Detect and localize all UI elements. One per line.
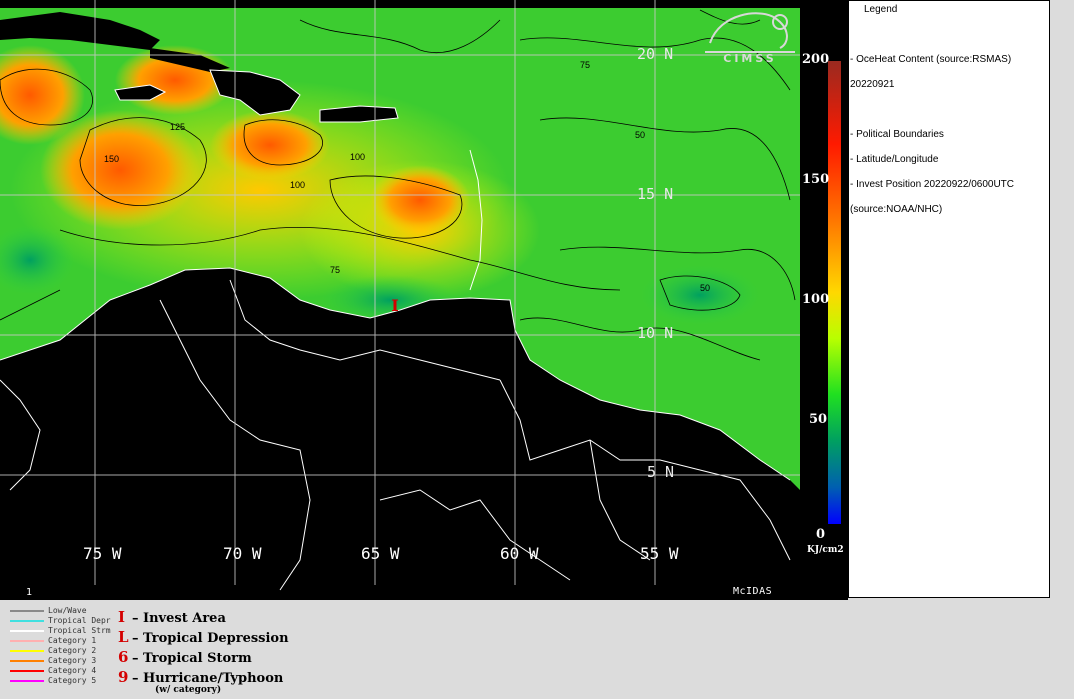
symbol-key-note: (w/ category): [155, 685, 222, 695]
color-scale-bar: [828, 61, 841, 524]
legend-date: 20220921: [850, 79, 895, 90]
track-legend: Low/Wave Tropical Depr Tropical Strm Cat…: [0, 600, 1074, 699]
north-mask: [0, 0, 800, 8]
svg-text:CIMSS: CIMSS: [723, 52, 776, 64]
track-key-tropical-depr: Tropical Depr: [10, 616, 111, 625]
warm-pool-orange-5: [370, 165, 470, 235]
ocean-heat-map: I 150 125 100 75 50 75 50 100 CIMSS 20 N…: [0, 0, 800, 600]
legend-latlon: - Latitude/Longitude: [850, 154, 939, 165]
scale-units: KJ/cm2: [807, 545, 844, 555]
map-graphic: I: [0, 0, 800, 600]
cimss-logo: CIMSS: [700, 8, 800, 64]
contour-label: 125: [170, 122, 186, 132]
symbol-key-invest: I – Invest Area: [118, 608, 226, 626]
legend-product: - OceHeat Content (source:RSMAS): [850, 54, 1012, 65]
contour-label: 75: [330, 265, 341, 275]
hurricane-symbol-icon: 9: [118, 668, 129, 686]
track-key-category-3: Category 3: [10, 656, 96, 665]
lat-label-20n: 20 N: [637, 45, 674, 63]
legend-title: Legend: [864, 4, 898, 15]
lat-label-15n: 15 N: [637, 185, 674, 203]
track-key-category-5: Category 5: [10, 676, 96, 685]
contour-label: 50: [700, 283, 711, 293]
scale-tick-100: 100: [802, 292, 830, 307]
scale-tick-50: 50: [809, 412, 828, 427]
lat-label-5n: 5 N: [647, 463, 675, 481]
track-key-category-1: Category 1: [10, 636, 96, 645]
contour-label: 100: [350, 152, 366, 162]
legend-invest-source: (source:NOAA/NHC): [850, 204, 943, 215]
color-scale: 200 150 100 50 0 KJ/cm2: [800, 0, 848, 600]
mcidas-label: McIDAS: [733, 586, 773, 597]
legend-invest: - Invest Position 20220922/0600UTC: [850, 179, 1014, 190]
warm-pool-orange-3: [210, 110, 330, 180]
lon-label-70w: 70 W: [223, 544, 262, 563]
track-key-low-wave: Low/Wave: [10, 606, 87, 615]
invest-symbol-icon: I: [118, 608, 126, 626]
storm-symbol-icon: 6: [118, 648, 129, 666]
track-key-category-4: Category 4: [10, 666, 96, 675]
legend-panel: Legend - OceHeat Content (source:RSMAS) …: [848, 0, 1050, 598]
frame-number: 1: [26, 587, 33, 598]
contour-label: 150: [104, 154, 120, 164]
lon-label-55w: 55 W: [640, 544, 679, 563]
lon-label-65w: 65 W: [361, 544, 400, 563]
track-key-tropical-strm: Tropical Strm: [10, 626, 111, 635]
contour-label: 50: [635, 130, 646, 140]
contour-label: 100: [290, 180, 306, 190]
depression-symbol-icon: L: [118, 628, 129, 646]
track-key-category-2: Category 2: [10, 646, 96, 655]
symbol-key-depression: L – Tropical Depression: [118, 628, 289, 646]
invest-marker: I: [391, 296, 398, 315]
scale-tick-200: 200: [802, 52, 830, 67]
lon-label-60w: 60 W: [500, 544, 539, 563]
symbol-key-storm: 6– Tropical Storm: [118, 648, 252, 666]
contour-label: 75: [580, 60, 591, 70]
scale-tick-0: 0: [816, 527, 826, 542]
legend-boundaries: - Political Boundaries: [850, 129, 944, 140]
lon-label-75w: 75 W: [83, 544, 122, 563]
cool-patch-2: [640, 265, 760, 325]
lat-label-10n: 10 N: [637, 324, 674, 342]
symbol-key-hurricane: 9– Hurricane/Typhoon: [118, 668, 284, 686]
scale-tick-150: 150: [802, 172, 830, 187]
